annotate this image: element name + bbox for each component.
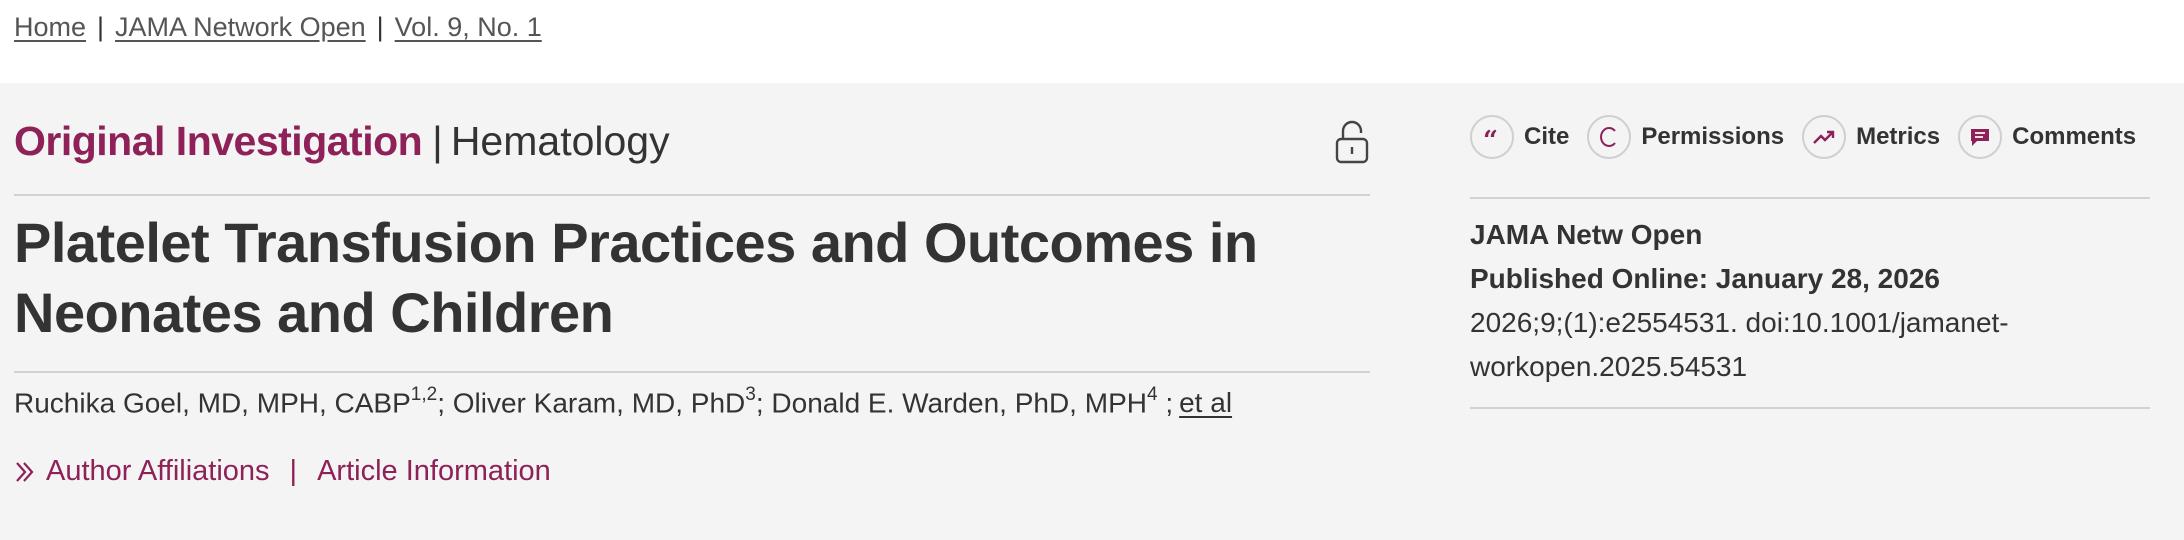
divider [1470, 407, 2150, 409]
breadcrumb-home[interactable]: Home [14, 12, 86, 43]
top-bar: Home | JAMA Network Open | Vol. 9, No. 1 [0, 0, 2184, 83]
author-list: Ruchika Goel, MD, MPH, CABP1,2; Oliver K… [14, 384, 1232, 419]
breadcrumb-journal[interactable]: JAMA Network Open [115, 12, 366, 43]
breadcrumb-separator: | [97, 12, 105, 42]
breadcrumb: Home | JAMA Network Open | Vol. 9, No. 1 [14, 12, 542, 43]
author-affiliations-link[interactable]: Author Affiliations [46, 455, 270, 488]
journal-name: JAMA Netw Open [1470, 219, 1703, 250]
lock-open-icon [1335, 120, 1369, 164]
article-links: Author Affiliations | Article Informatio… [14, 455, 551, 488]
divider [1470, 197, 2150, 199]
trend-up-icon [1802, 115, 1847, 159]
author-name[interactable]: Oliver Karam, MD, PhD [453, 387, 746, 418]
publication-meta: JAMA Netw Open Published Online: January… [1470, 213, 2150, 389]
article-information-link[interactable]: Article Information [317, 455, 551, 488]
author-separator: ; [755, 387, 772, 419]
author-separator: ; [1157, 387, 1174, 419]
copyright-icon [1587, 115, 1632, 159]
published-date: Published Online: January 28, 2026 [1470, 263, 1940, 294]
cite-label: Cite [1524, 123, 1570, 150]
metrics-button[interactable]: Metrics [1802, 115, 1940, 159]
breadcrumb-separator: | [376, 12, 384, 42]
comment-icon [1958, 115, 2003, 159]
quote-icon: “ [1470, 115, 1514, 159]
breadcrumb-issue[interactable]: Vol. 9, No. 1 [395, 12, 542, 43]
divider [14, 371, 1370, 373]
metrics-label: Metrics [1856, 123, 1941, 150]
permissions-button[interactable]: Permissions [1587, 115, 1784, 159]
author-name[interactable]: Ruchika Goel, MD, MPH, CABP [14, 387, 411, 418]
citation-line: 2026;9;(1):e2554531. doi:10.1001/jamanet… [1470, 307, 2009, 338]
author-name[interactable]: Donald E. Warden, PhD, MPH [771, 387, 1147, 418]
article-category: Original Investigation | Hematology [14, 118, 670, 165]
category-separator: | [432, 118, 443, 164]
cite-button[interactable]: “ Cite [1470, 115, 1569, 159]
author-affiliation-sup: 3 [745, 384, 756, 405]
comments-label: Comments [2012, 123, 2137, 150]
article-toolbar: “ Cite Permissions Metrics Comments [1470, 115, 2154, 159]
article-header: Original Investigation | Hematology Platel… [0, 83, 2184, 540]
permissions-label: Permissions [1641, 123, 1785, 150]
article-subject[interactable]: Hematology [451, 118, 670, 164]
author-affiliation-sup: 4 [1146, 384, 1158, 405]
article-type[interactable]: Original Investigation [14, 118, 423, 164]
links-separator: | [289, 455, 298, 487]
author-separator: ; [437, 387, 453, 419]
divider [14, 194, 1370, 196]
article-title: Platelet Transfusion Practices and Outco… [14, 211, 1258, 344]
author-affiliation-sup: 1,2 [410, 384, 438, 405]
citation-line-cont: workopen.2025.54531 [1470, 351, 1748, 382]
svg-text:“: “ [1483, 129, 1498, 145]
chevron-double-right-icon [16, 461, 34, 482]
et-al-link[interactable]: et al [1179, 387, 1232, 418]
comments-button[interactable]: Comments [1958, 115, 2136, 159]
